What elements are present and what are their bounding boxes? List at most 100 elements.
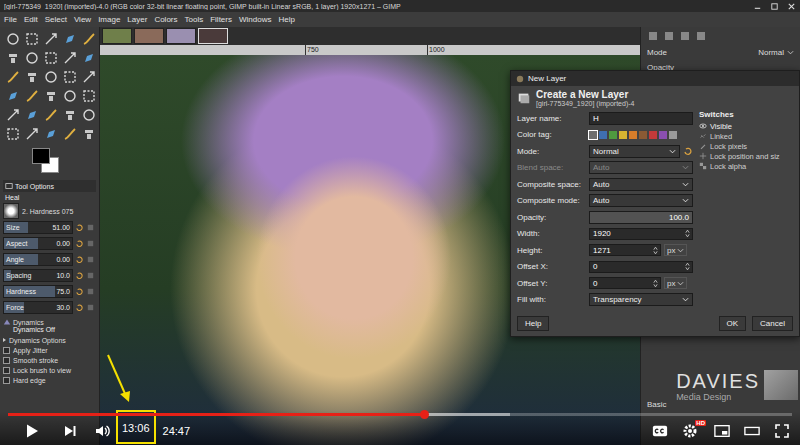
mode-select[interactable]: Normal: [758, 48, 794, 57]
tool-icon[interactable]: [81, 50, 97, 66]
dock-tab-icon[interactable]: [647, 30, 659, 42]
tool-icon[interactable]: [81, 126, 97, 142]
subtitles-icon[interactable]: [652, 423, 668, 439]
tool-icon[interactable]: [62, 69, 78, 85]
reset-icon[interactable]: [75, 223, 84, 232]
switch-toggle[interactable]: Lock pixels: [699, 141, 793, 151]
tool-icon[interactable]: [24, 31, 40, 47]
color-tag[interactable]: [589, 131, 597, 139]
tool-icon[interactable]: [62, 126, 78, 142]
menu-item[interactable]: Edit: [24, 15, 38, 24]
link-icon[interactable]: [86, 255, 95, 264]
color-tag[interactable]: [619, 131, 627, 139]
panel-tab[interactable]: Tool Options: [3, 180, 96, 192]
image-tab[interactable]: [102, 28, 132, 44]
dropdown[interactable]: Normal: [589, 145, 680, 158]
reset-icon[interactable]: [75, 255, 84, 264]
image-tab[interactable]: [198, 28, 228, 44]
tool-icon[interactable]: [81, 69, 97, 85]
option-slider[interactable]: Size51.00: [3, 220, 96, 235]
link-icon[interactable]: [86, 223, 95, 232]
dialog-title-bar[interactable]: New Layer: [511, 71, 799, 86]
volume-icon[interactable]: [94, 423, 110, 439]
progress-bar[interactable]: [8, 413, 792, 416]
tool-icon[interactable]: [24, 69, 40, 85]
unit-select[interactable]: px: [664, 277, 687, 289]
switch-toggle[interactable]: Visible: [699, 121, 793, 131]
tool-icon[interactable]: [62, 50, 78, 66]
option-slider[interactable]: Hardness75.0: [3, 284, 96, 299]
dialog-button[interactable]: Help: [517, 316, 549, 331]
play-icon[interactable]: [24, 423, 40, 439]
reset-icon[interactable]: [75, 303, 84, 312]
option-checkbox[interactable]: Apply Jitter: [3, 345, 96, 355]
link-icon[interactable]: [86, 239, 95, 248]
image-tab[interactable]: [166, 28, 196, 44]
menu-item[interactable]: Tools: [185, 15, 204, 24]
tool-icon[interactable]: [43, 107, 59, 123]
option-checkbox[interactable]: Smooth stroke: [3, 355, 96, 365]
tool-icon[interactable]: [62, 107, 78, 123]
number-input[interactable]: 1271: [589, 244, 661, 256]
number-input[interactable]: 0: [589, 261, 693, 273]
tool-icon[interactable]: [81, 107, 97, 123]
brush-selector[interactable]: 2. Hardness 075: [3, 203, 96, 219]
tool-icon[interactable]: [5, 50, 21, 66]
tool-icon[interactable]: [5, 107, 21, 123]
menu-item[interactable]: Layer: [127, 15, 147, 24]
miniplayer-icon[interactable]: [714, 423, 730, 439]
mode-switch-icon[interactable]: [683, 146, 693, 156]
image-tab[interactable]: [134, 28, 164, 44]
menu-item[interactable]: Image: [98, 15, 120, 24]
menu-item[interactable]: Windows: [239, 15, 271, 24]
color-tag[interactable]: [639, 131, 647, 139]
color-tag[interactable]: [669, 131, 677, 139]
dock-tab-icon[interactable]: [679, 30, 691, 42]
minimize-icon[interactable]: [753, 2, 762, 11]
tool-icon[interactable]: [5, 88, 21, 104]
option-slider[interactable]: Aspect0.00: [3, 236, 96, 251]
menu-item[interactable]: Filters: [210, 15, 232, 24]
tool-icon[interactable]: [5, 69, 21, 85]
option-slider[interactable]: Force30.0: [3, 300, 96, 315]
theater-mode-icon[interactable]: [744, 423, 760, 439]
link-icon[interactable]: [86, 303, 95, 312]
unit-select[interactable]: px: [664, 244, 687, 256]
tool-icon[interactable]: [43, 50, 59, 66]
color-tag[interactable]: [609, 131, 617, 139]
menu-item[interactable]: View: [74, 15, 91, 24]
dock-tab-icon[interactable]: [695, 30, 707, 42]
tool-icon[interactable]: [81, 88, 97, 104]
reset-icon[interactable]: [75, 287, 84, 296]
layer-name-input[interactable]: H: [589, 112, 693, 125]
dropdown[interactable]: Auto: [589, 161, 693, 174]
menu-item[interactable]: File: [4, 15, 17, 24]
reset-icon[interactable]: [75, 271, 84, 280]
tool-icon[interactable]: [81, 31, 97, 47]
option-slider[interactable]: Spacing10.0: [3, 268, 96, 283]
dynamics-selector[interactable]: DynamicsDynamics Off: [3, 318, 96, 333]
option-slider[interactable]: Angle0.00: [3, 252, 96, 267]
dynamics-options-expander[interactable]: Dynamics Options: [3, 335, 96, 345]
maximize-icon[interactable]: [770, 2, 779, 11]
color-tag[interactable]: [599, 131, 607, 139]
opacity-slider[interactable]: 100.0: [589, 211, 693, 224]
tool-icon[interactable]: [62, 31, 78, 47]
reset-icon[interactable]: [75, 239, 84, 248]
tool-icon[interactable]: [43, 126, 59, 142]
number-input[interactable]: 1920: [589, 228, 693, 240]
dropdown[interactable]: Auto: [589, 178, 693, 191]
tool-icon[interactable]: [43, 31, 59, 47]
dialog-button[interactable]: Cancel: [752, 316, 793, 331]
spin-arrows-icon[interactable]: [685, 229, 690, 238]
tool-icon[interactable]: [24, 50, 40, 66]
color-tag[interactable]: [629, 131, 637, 139]
close-icon[interactable]: [787, 2, 796, 11]
menu-item[interactable]: Select: [45, 15, 67, 24]
dropdown[interactable]: Transparency: [589, 293, 693, 306]
settings-button[interactable]: HD: [682, 423, 700, 439]
link-icon[interactable]: [86, 287, 95, 296]
dock-tab-icon[interactable]: [663, 30, 675, 42]
number-input[interactable]: 0: [589, 277, 661, 289]
link-icon[interactable]: [86, 271, 95, 280]
